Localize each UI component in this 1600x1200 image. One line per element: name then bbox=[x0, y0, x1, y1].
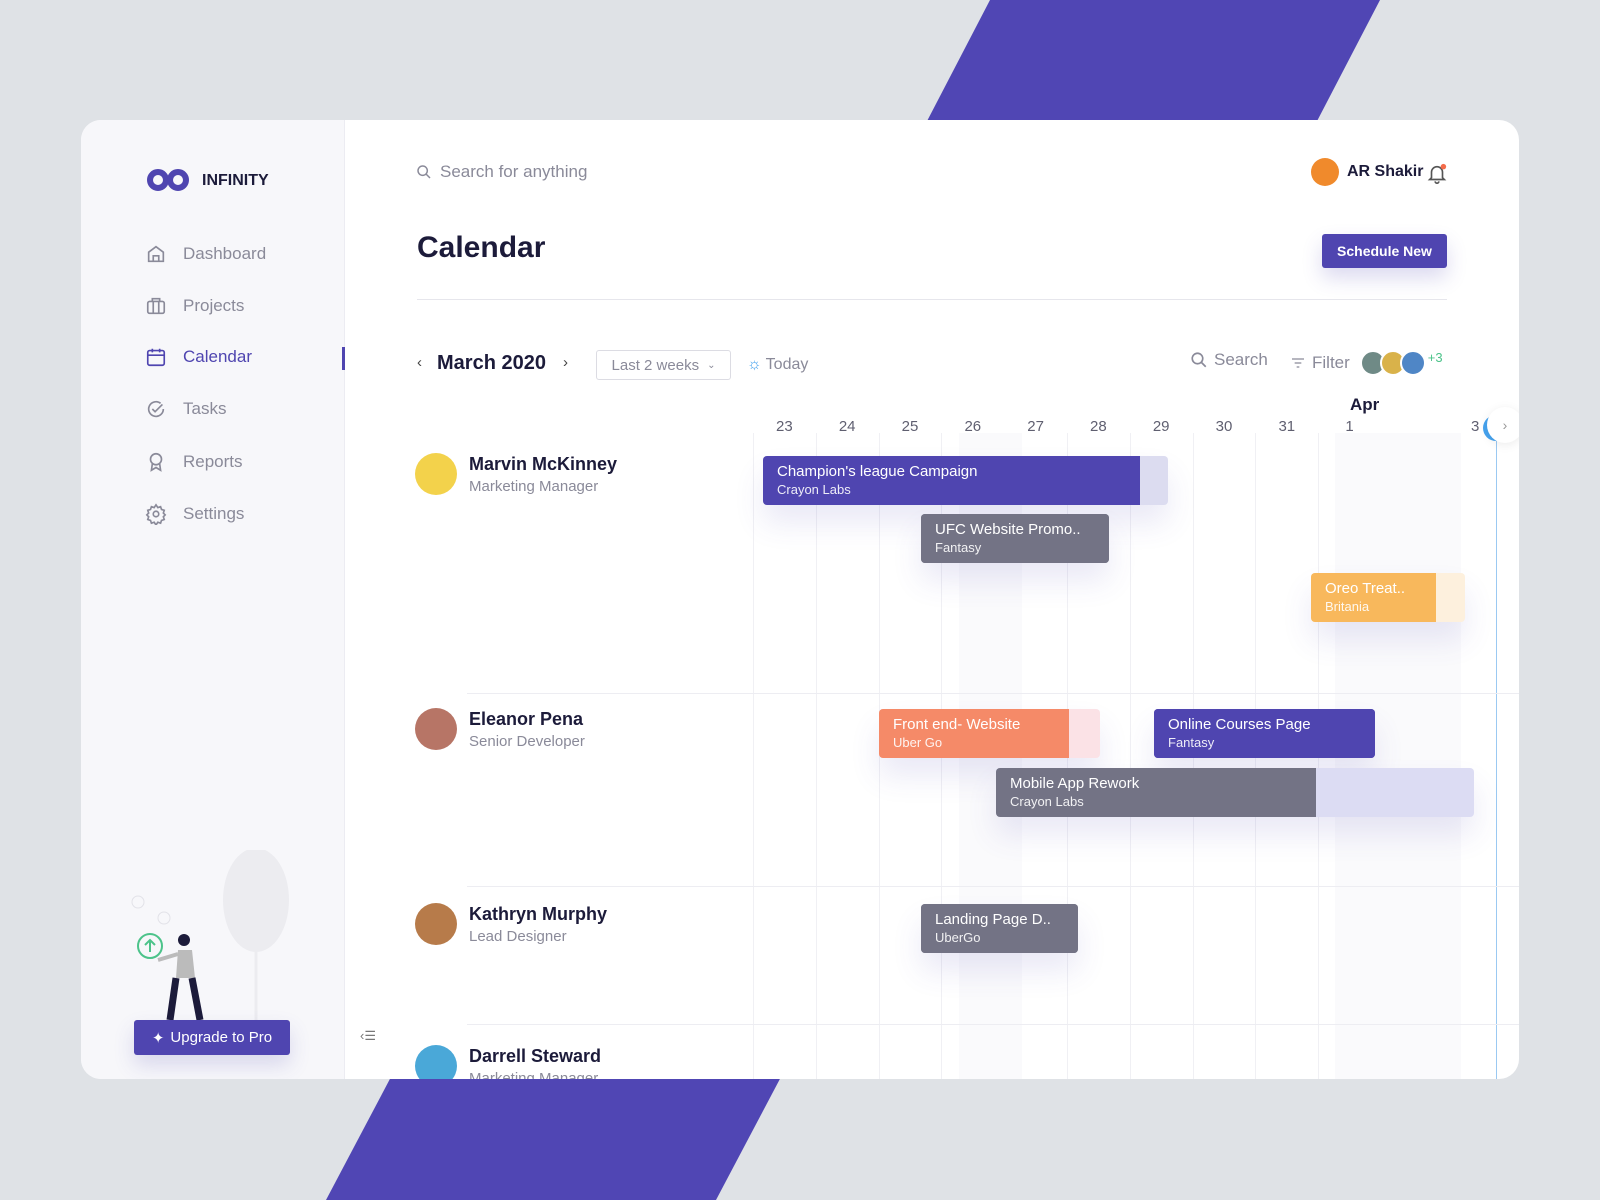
briefcase-icon bbox=[146, 297, 166, 315]
day-label: 30 bbox=[1215, 418, 1233, 435]
event-bar[interactable]: Online Courses Page Fantasy bbox=[1154, 709, 1375, 758]
person-row-header: Kathryn Murphy Lead Designer bbox=[415, 903, 607, 945]
home-icon bbox=[147, 245, 165, 263]
person-row-header: Darrell Steward Marketing Manager bbox=[415, 1045, 601, 1079]
day-label: 29 bbox=[1152, 418, 1170, 435]
event-title: Mobile App Rework bbox=[1010, 775, 1140, 792]
day-label: 23 bbox=[776, 418, 793, 435]
upgrade-button[interactable]: ✦ Upgrade to Pro bbox=[134, 1020, 290, 1055]
event-client: Fantasy bbox=[935, 540, 982, 555]
column-line bbox=[753, 433, 754, 1079]
event-text: Landing Page D.. UberGo bbox=[921, 904, 1078, 952]
person-name: Darrell Steward bbox=[469, 1045, 602, 1066]
event-title: Landing Page D.. bbox=[935, 911, 1051, 928]
sidebar-item-label: Dashboard bbox=[183, 244, 267, 263]
award-icon bbox=[149, 452, 163, 472]
avatar bbox=[415, 903, 457, 945]
column-line bbox=[815, 433, 817, 1079]
timeline-grid: Apr › Marvin McKinney Marketing Manager E… bbox=[345, 120, 1519, 1079]
event-text: Front end- Website Uber Go bbox=[879, 709, 1100, 757]
day-label: 26 bbox=[964, 418, 982, 435]
sidebar-item-label: Projects bbox=[183, 296, 245, 315]
event-text: UFC Website Promo.. Fantasy bbox=[921, 514, 1109, 562]
event-bar[interactable]: Mobile App Rework Crayon Labs bbox=[996, 768, 1474, 817]
person-role: Marketing Manager bbox=[469, 1069, 599, 1080]
day-label: 28 bbox=[1090, 418, 1107, 435]
event-title: Front end- Website bbox=[893, 716, 1021, 733]
sidebar-item-reports[interactable]: Reports bbox=[145, 449, 243, 475]
event-title: Champion's league Campaign bbox=[777, 463, 978, 480]
sidebar: INFINITY Dashboard Projects Calendar Tas… bbox=[81, 120, 345, 1079]
event-text: Mobile App Rework Crayon Labs bbox=[996, 768, 1474, 816]
check-circle-icon bbox=[147, 400, 165, 418]
upgrade-illustration bbox=[131, 850, 289, 1021]
event-client: Crayon Labs bbox=[1010, 794, 1084, 809]
infinity-logo-icon bbox=[147, 169, 189, 191]
month-marker: Apr bbox=[1350, 395, 1380, 414]
sidebar-item-dashboard[interactable]: Dashboard bbox=[145, 241, 266, 267]
upgrade-label: Upgrade to Pro bbox=[170, 1029, 273, 1046]
app-window: INFINITY Dashboard Projects Calendar Tas… bbox=[81, 120, 1519, 1079]
day-label: 1 bbox=[1345, 418, 1354, 435]
person-role: Senior Developer bbox=[469, 732, 585, 750]
day-label: 2 bbox=[1408, 418, 1417, 435]
event-title: Online Courses Page bbox=[1168, 716, 1311, 733]
event-client: Crayon Labs bbox=[777, 482, 851, 497]
sidebar-item-label: Calendar bbox=[183, 347, 252, 366]
row-divider bbox=[467, 886, 1519, 887]
event-text: Champion's league Campaign Crayon Labs bbox=[763, 456, 1168, 504]
event-bar[interactable]: Front end- Website Uber Go bbox=[879, 709, 1100, 758]
event-client: Uber Go bbox=[893, 735, 943, 750]
column-line bbox=[1129, 433, 1131, 1079]
person-row-header: Eleanor Pena Senior Developer bbox=[415, 708, 585, 750]
person-role: Lead Designer bbox=[469, 927, 567, 945]
event-bar[interactable]: Landing Page D.. UberGo bbox=[921, 904, 1078, 953]
day-label: 31 bbox=[1278, 418, 1296, 435]
gear-icon bbox=[145, 503, 167, 525]
collapse-sidebar-button[interactable]: ‹☰ bbox=[360, 1028, 376, 1044]
decorative-stripe bbox=[326, 1075, 782, 1200]
event-bar[interactable]: Oreo Treat.. Britania bbox=[1311, 573, 1465, 622]
event-bar[interactable]: UFC Website Promo.. Fantasy bbox=[921, 514, 1109, 563]
main-content: Search for anything AR Shakir Calendar S… bbox=[345, 120, 1519, 1079]
day-label: 27 bbox=[1027, 418, 1044, 435]
day-label: 3 bbox=[1471, 418, 1480, 435]
row-divider bbox=[467, 1024, 1519, 1025]
sparkle-icon: ✦ bbox=[151, 1029, 165, 1047]
sidebar-item-projects[interactable]: Projects bbox=[145, 293, 244, 319]
person-name: Eleanor Pena bbox=[469, 708, 584, 729]
avatar bbox=[415, 708, 457, 750]
sidebar-item-settings[interactable]: Settings bbox=[145, 501, 244, 527]
event-bar[interactable]: Champion's league Campaign Crayon Labs bbox=[763, 456, 1168, 505]
event-client: Britania bbox=[1325, 599, 1370, 614]
person-role: Marketing Manager bbox=[469, 477, 599, 495]
sidebar-item-label: Settings bbox=[183, 504, 245, 523]
avatar bbox=[415, 453, 457, 495]
sidebar-item-calendar[interactable]: Calendar bbox=[145, 344, 252, 370]
event-client: Fantasy bbox=[1168, 735, 1215, 750]
person-name: Kathryn Murphy bbox=[469, 903, 608, 924]
person-name: Marvin McKinney bbox=[469, 453, 618, 474]
sidebar-item-label: Reports bbox=[183, 452, 243, 471]
brand-name: INFINITY bbox=[202, 172, 269, 189]
day-label: 24 bbox=[838, 418, 856, 435]
sidebar-item-label: Tasks bbox=[183, 399, 227, 418]
calendar-icon bbox=[146, 348, 166, 367]
sidebar-item-tasks[interactable]: Tasks bbox=[145, 396, 226, 422]
today-line bbox=[1496, 440, 1497, 1079]
event-client: UberGo bbox=[935, 930, 981, 945]
decorative-stripe bbox=[925, 0, 1380, 125]
day-label: 25 bbox=[901, 418, 919, 435]
event-title: UFC Website Promo.. bbox=[935, 521, 1081, 538]
event-title: Oreo Treat.. bbox=[1325, 580, 1406, 597]
person-row-header: Marvin McKinney Marketing Manager bbox=[415, 453, 617, 495]
event-text: Oreo Treat.. Britania bbox=[1311, 573, 1465, 621]
event-text: Online Courses Page Fantasy bbox=[1154, 709, 1375, 757]
row-divider bbox=[467, 693, 1519, 694]
avatar bbox=[415, 1045, 457, 1079]
